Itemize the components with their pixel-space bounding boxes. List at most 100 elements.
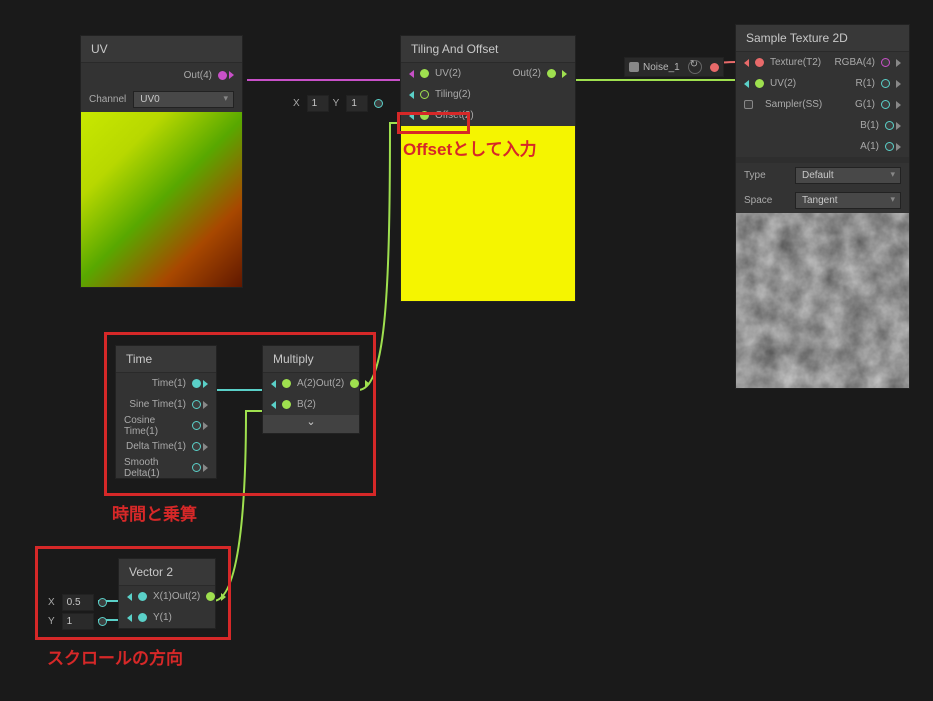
- node-title: Vector 2: [119, 559, 215, 586]
- port-dot-icon[interactable]: [192, 379, 201, 388]
- port-label: A(2): [297, 378, 316, 389]
- port-label: Out(2): [513, 68, 541, 79]
- port-dot-icon[interactable]: [282, 379, 291, 388]
- vector2-x-input[interactable]: [62, 594, 94, 611]
- offset-annotation-label: Offsetとして入力: [403, 135, 537, 160]
- port-dot-icon[interactable]: [192, 421, 201, 430]
- arrow-out-icon: [203, 464, 208, 472]
- arrow-out-icon: [896, 122, 901, 130]
- arrow-out-icon: [562, 70, 567, 78]
- port-dot-icon[interactable]: [192, 400, 201, 409]
- port-row: A(1): [736, 136, 909, 157]
- scroll-dir-annotation-label: スクロールの方向: [47, 644, 183, 669]
- noise-input-chip[interactable]: Noise_1: [624, 57, 724, 77]
- arrow-out-icon: [365, 380, 370, 388]
- port-label: UV(2): [435, 68, 461, 79]
- tiling-offset-node[interactable]: Tiling And Offset UV(2) Out(2) Tiling(2): [400, 35, 576, 302]
- port-dot-icon[interactable]: [755, 79, 764, 88]
- uv-node[interactable]: UV Out(4) Channel UV0: [80, 35, 243, 288]
- arrow-out-icon: [203, 401, 208, 409]
- arrow-in-icon: [744, 59, 749, 67]
- port-dot-icon[interactable]: [420, 90, 429, 99]
- arrow-in-icon: [409, 91, 414, 99]
- vector2-y-input-row: Y: [48, 613, 107, 630]
- arrow-in-icon: [127, 614, 132, 622]
- arrow-out-icon: [896, 59, 901, 67]
- port-dot-icon[interactable]: [218, 71, 227, 80]
- x-label: X: [48, 597, 55, 608]
- port-label: Out(2): [316, 378, 344, 389]
- port-dot-icon[interactable]: [881, 100, 890, 109]
- multiply-node[interactable]: Multiply A(2) Out(2) B(2) ⌄: [262, 345, 360, 434]
- port-row: Smooth Delta(1): [116, 457, 216, 478]
- arrow-out-icon: [896, 143, 901, 151]
- vector2-y-input[interactable]: [62, 613, 94, 630]
- port-row: Texture(T2) RGBA(4): [736, 52, 909, 73]
- port-row: Cosine Time(1): [116, 415, 216, 436]
- type-row: Type Default: [736, 163, 909, 188]
- tiling-x-input[interactable]: [307, 95, 329, 112]
- texture-thumb-icon: [629, 62, 639, 72]
- port-label: Texture(T2): [770, 57, 821, 68]
- noise-preview: [736, 213, 909, 388]
- refresh-icon[interactable]: [688, 60, 702, 74]
- noise-label: Noise_1: [643, 62, 680, 73]
- node-title: UV: [81, 36, 242, 63]
- port-dot-icon[interactable]: [206, 592, 215, 601]
- channel-row: Channel UV0: [81, 87, 242, 112]
- arrow-out-icon: [203, 422, 208, 430]
- port-dot-icon[interactable]: [885, 142, 894, 151]
- type-dropdown[interactable]: Default: [795, 167, 901, 184]
- port-dot-icon[interactable]: [420, 111, 429, 120]
- node-title: Time: [116, 346, 216, 373]
- port-dot-icon[interactable]: [138, 592, 147, 601]
- y-label: Y: [333, 98, 340, 109]
- port-row: X(1) Out(2): [119, 586, 215, 607]
- port-dot-icon[interactable]: [192, 463, 201, 472]
- time-multiply-annotation-label: 時間と乗算: [112, 500, 197, 525]
- port-row: Y(1): [119, 607, 215, 628]
- port-label: Out(2): [172, 591, 200, 602]
- port-row: A(2) Out(2): [263, 373, 359, 394]
- port-dot-icon[interactable]: [885, 121, 894, 130]
- port-dot-icon[interactable]: [282, 400, 291, 409]
- port-label: UV(2): [770, 78, 796, 89]
- port-dot-icon[interactable]: [192, 442, 201, 451]
- arrow-out-icon: [203, 443, 208, 451]
- time-node[interactable]: Time Time(1) Sine Time(1) Cosine Time(1)…: [115, 345, 217, 479]
- port-label: Y(1): [153, 612, 172, 623]
- port-dot-icon[interactable]: [138, 613, 147, 622]
- arrow-in-icon: [409, 70, 414, 78]
- x-label: X: [293, 98, 300, 109]
- port-dot-icon[interactable]: [547, 69, 556, 78]
- space-dropdown[interactable]: Tangent: [795, 192, 901, 209]
- tiling-xy-inputs: X Y: [293, 95, 383, 112]
- port-label: Offset(2): [435, 110, 474, 121]
- arrow-out-icon: [896, 80, 901, 88]
- chevron-down-icon[interactable]: ⌄: [263, 415, 359, 433]
- vector2-node[interactable]: Vector 2 X(1) Out(2) Y(1): [118, 558, 216, 629]
- channel-dropdown[interactable]: UV0: [133, 91, 234, 108]
- port-label: Sine Time(1): [129, 399, 186, 410]
- port-label: RGBA(4): [834, 57, 875, 68]
- port-row: Sine Time(1): [116, 394, 216, 415]
- port-dot-icon[interactable]: [744, 100, 753, 109]
- port-label: Smooth Delta(1): [124, 457, 186, 479]
- sample-texture-node[interactable]: Sample Texture 2D Texture(T2) RGBA(4) UV…: [735, 24, 910, 389]
- port-label: R(1): [856, 78, 875, 89]
- port-dot-icon: [98, 598, 107, 607]
- port-dot-icon[interactable]: [755, 58, 764, 67]
- port-dot-icon[interactable]: [350, 379, 359, 388]
- port-dot-icon[interactable]: [881, 79, 890, 88]
- channel-label: Channel: [89, 94, 126, 105]
- tiling-y-input[interactable]: [346, 95, 368, 112]
- port-label: Delta Time(1): [126, 441, 186, 452]
- y-label: Y: [48, 616, 55, 627]
- port-row: Delta Time(1): [116, 436, 216, 457]
- port-dot-icon[interactable]: [420, 69, 429, 78]
- port-dot-icon[interactable]: [881, 58, 890, 67]
- port-label: A(1): [860, 141, 879, 152]
- port-dot-icon: [710, 63, 719, 72]
- port-row: Time(1): [116, 373, 216, 394]
- arrow-out-icon: [203, 380, 208, 388]
